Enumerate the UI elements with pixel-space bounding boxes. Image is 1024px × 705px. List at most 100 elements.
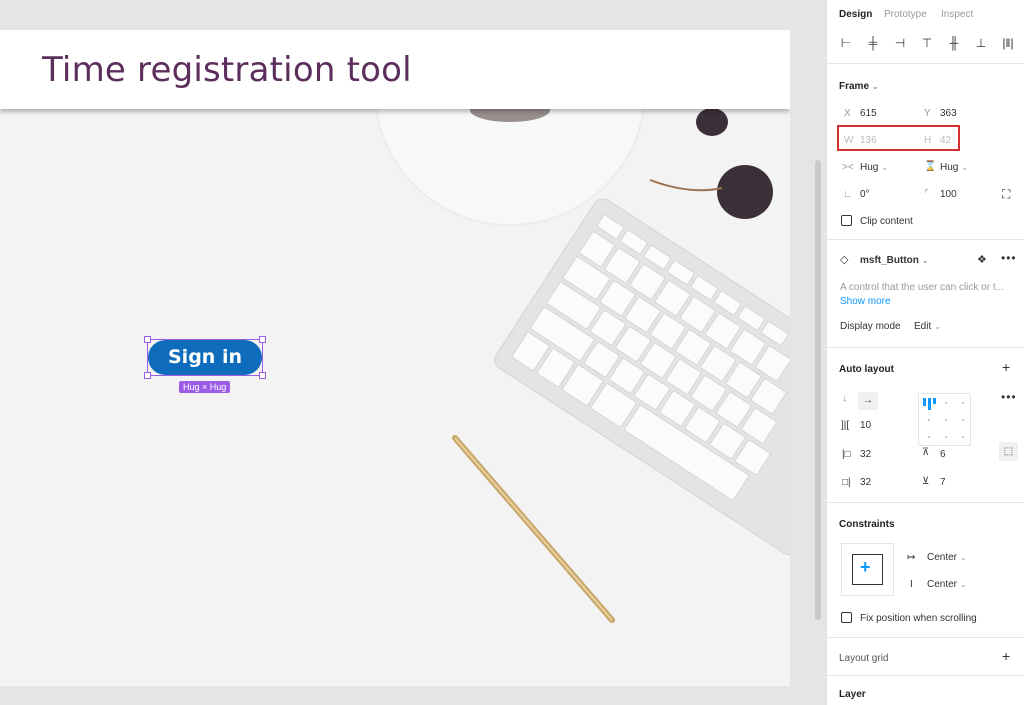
- grid-dot: [962, 419, 964, 421]
- w-label: W: [844, 135, 854, 146]
- vertical-constraint-dropdown[interactable]: Center ⌄: [927, 579, 967, 590]
- component-section: ◇ msft_Button ⌄ ❖ ••• A control that the …: [827, 240, 1024, 348]
- x-label: X: [844, 108, 851, 119]
- distribute-icon[interactable]: |‖|: [999, 36, 1017, 50]
- horizontal-direction-icon[interactable]: →: [858, 392, 878, 410]
- fix-position-label: Fix position when scrolling: [860, 613, 977, 624]
- constraints-section: Constraints + ↦ Center ⌄ I Center ⌄ Fix po…: [827, 503, 1024, 638]
- layout-grid-section: Layout grid +: [827, 638, 1024, 676]
- padding-top-input[interactable]: 6: [940, 449, 946, 460]
- grid-dot: [962, 402, 964, 404]
- app-header: Time registration tool: [0, 30, 790, 109]
- vertical-sizing-dropdown[interactable]: Hug ⌄: [940, 162, 968, 173]
- align-center-horizontal-icon[interactable]: ╪: [866, 36, 880, 50]
- sign-in-button[interactable]: Sign in: [148, 340, 262, 375]
- page-title: Time registration tool: [42, 50, 412, 90]
- grid-dot: [945, 436, 947, 438]
- clip-content-checkbox[interactable]: [841, 215, 852, 226]
- horizontal-constraint-dropdown[interactable]: Center ⌄: [927, 552, 967, 563]
- align-left-icon[interactable]: ⊢: [839, 36, 853, 50]
- component-name-dropdown[interactable]: msft_Button ⌄: [860, 255, 929, 266]
- spacing-icon: ]|[: [841, 420, 850, 431]
- constraint-inner-box: +: [852, 554, 883, 585]
- constraints-title: Constraints: [839, 519, 895, 530]
- y-input[interactable]: 363: [940, 108, 957, 119]
- show-more-link[interactable]: Show more: [840, 296, 891, 307]
- grid-dot: [945, 419, 947, 421]
- clip-content-label: Clip content: [860, 216, 913, 227]
- vertical-resize-icon: ⌛: [924, 161, 937, 172]
- properties-panel: Design Prototype Inspect ⊢ ╪ ⊣ ⊤ ╫ ⊥ |‖|…: [826, 0, 1024, 705]
- resize-handle-top-left[interactable]: [144, 336, 151, 343]
- fix-position-checkbox[interactable]: [841, 612, 852, 623]
- padding-left-icon: |□: [842, 449, 851, 460]
- design-canvas[interactable]: Time registration tool Sign in Hug × Hug: [0, 0, 826, 705]
- resize-handle-bottom-right[interactable]: [259, 372, 266, 379]
- frame-section: Frame ⌄ X 615 Y 363 W 136 H 42 >< Hug ⌄ ⌛ …: [827, 64, 1024, 240]
- canvas-scrollbar[interactable]: [815, 160, 821, 620]
- sign-in-selection[interactable]: Sign in: [144, 336, 266, 379]
- go-to-main-component-icon[interactable]: ❖: [977, 253, 987, 266]
- horizontal-sizing-dropdown[interactable]: Hug ⌄: [860, 162, 888, 173]
- rotation-icon: ∟: [843, 189, 853, 200]
- align-bar-icon: [923, 398, 926, 406]
- app-frame[interactable]: Time registration tool Sign in Hug × Hug: [0, 30, 790, 686]
- tab-prototype[interactable]: Prototype: [884, 9, 927, 20]
- auto-layout-title: Auto layout: [839, 364, 894, 375]
- padding-right-input[interactable]: 32: [860, 477, 871, 488]
- size-badge: Hug × Hug: [179, 381, 231, 393]
- align-bar-icon: [933, 398, 936, 404]
- grid-dot: [928, 419, 930, 421]
- grid-dot: [928, 436, 930, 438]
- padding-left-input[interactable]: 32: [860, 449, 871, 460]
- individual-padding-icon[interactable]: ⬚: [999, 442, 1018, 461]
- more-options-icon[interactable]: •••: [1001, 251, 1017, 265]
- align-middle-vertical-icon[interactable]: ╫: [947, 36, 961, 50]
- add-auto-layout-icon[interactable]: +: [1002, 359, 1010, 375]
- x-input[interactable]: 615: [860, 108, 877, 119]
- align-right-icon[interactable]: ⊣: [893, 36, 907, 50]
- display-mode-dropdown[interactable]: Edit ⌄: [914, 321, 941, 332]
- align-bar-icon: [928, 398, 931, 410]
- layer-title: Layer: [839, 689, 866, 700]
- layout-grid-title: Layout grid: [839, 653, 889, 664]
- auto-layout-section: Auto layout + ↓ → ••• ]|[ 10 |□ 32 ⊼ 6 ⬚…: [827, 348, 1024, 503]
- rotation-input[interactable]: 0°: [860, 189, 870, 200]
- corner-radius-icon: ⌜: [924, 189, 929, 200]
- alignment-grid[interactable]: [918, 393, 971, 446]
- spacing-input[interactable]: 10: [860, 420, 871, 431]
- vertical-constraint-icon: I: [910, 579, 913, 590]
- panel-header: Design Prototype Inspect ⊢ ╪ ⊣ ⊤ ╫ ⊥ |‖|: [827, 0, 1024, 64]
- vertical-direction-icon[interactable]: ↓: [842, 393, 847, 404]
- component-description: A control that the user can click or t..…: [840, 282, 1004, 293]
- component-diamond-icon: ◇: [840, 254, 849, 266]
- horizontal-resize-icon: ><: [842, 162, 854, 173]
- auto-layout-more-icon[interactable]: •••: [1001, 390, 1017, 404]
- padding-bottom-input[interactable]: 7: [940, 477, 946, 488]
- resize-handle-bottom-left[interactable]: [144, 372, 151, 379]
- h-input[interactable]: 42: [940, 135, 951, 146]
- w-input[interactable]: 136: [860, 135, 877, 146]
- layer-section: Layer: [827, 676, 1024, 705]
- resize-handle-top-right[interactable]: [259, 336, 266, 343]
- independent-corners-icon[interactable]: ⛶: [1002, 187, 1010, 202]
- padding-top-icon: ⊼: [922, 447, 930, 458]
- tab-design[interactable]: Design: [839, 9, 872, 20]
- tab-inspect[interactable]: Inspect: [941, 9, 973, 20]
- align-bottom-icon[interactable]: ⊥: [974, 36, 988, 50]
- horizontal-constraint-icon: ↦: [907, 552, 916, 563]
- padding-right-icon: □|: [842, 477, 851, 488]
- constraint-center-icon[interactable]: +: [860, 557, 871, 578]
- padding-bottom-icon: ⊻: [922, 476, 930, 487]
- corner-radius-input[interactable]: 100: [940, 189, 957, 200]
- constraint-widget[interactable]: +: [841, 543, 894, 596]
- grid-dot: [945, 402, 947, 404]
- y-label: Y: [924, 108, 931, 119]
- grid-dot: [962, 436, 964, 438]
- frame-title[interactable]: Frame ⌄: [839, 81, 879, 92]
- align-top-icon[interactable]: ⊤: [920, 36, 934, 50]
- display-mode-label: Display mode: [840, 321, 901, 332]
- add-layout-grid-icon[interactable]: +: [1002, 648, 1010, 664]
- h-label: H: [924, 135, 932, 146]
- background-photo: [374, 30, 790, 623]
